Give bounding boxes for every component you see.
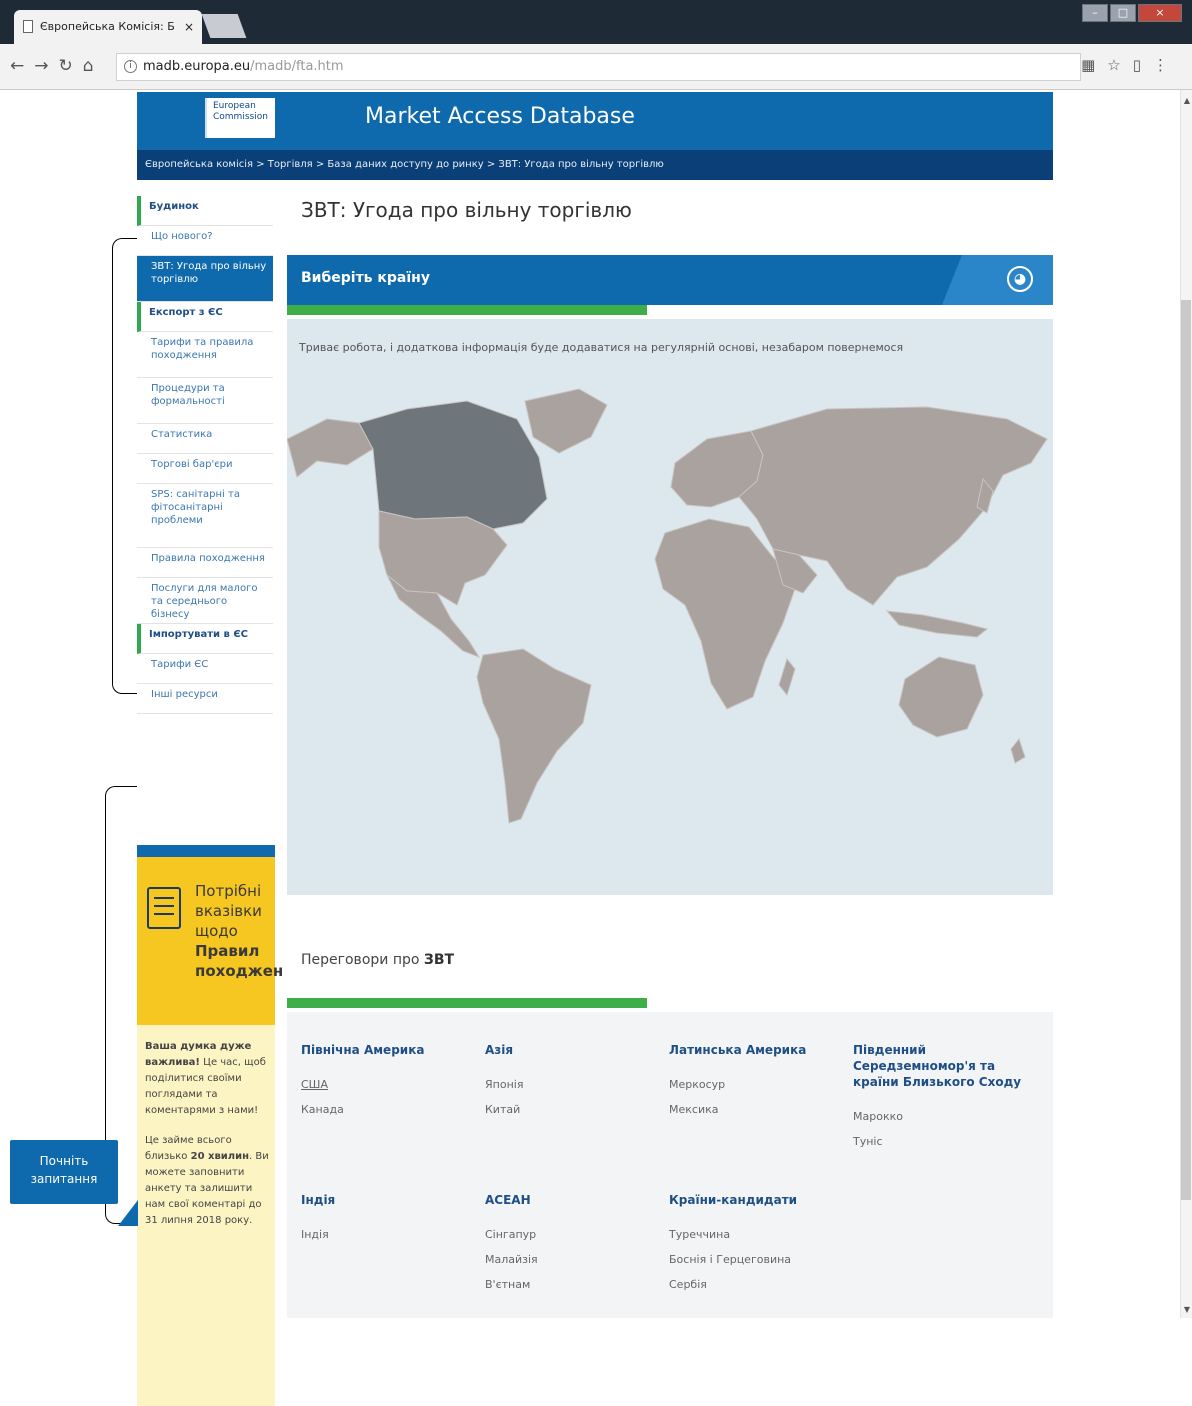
reload-icon[interactable]: ↻ [59, 56, 83, 76]
map-canada [358, 400, 548, 530]
region-column: Латинська Америка Меркосур Мексика [669, 1042, 839, 1122]
negotiations-bold: ЗВТ [423, 952, 455, 968]
home-icon[interactable]: ⌂ [83, 56, 104, 76]
tab-bar: Європейська Комісія: Б × – □ × [0, 0, 1192, 44]
region-country-link[interactable]: Туреччина [669, 1222, 839, 1247]
star-icon[interactable]: ☆ [1107, 56, 1132, 74]
browser-tab[interactable]: Європейська Комісія: Б × [14, 10, 202, 44]
region-column: Азія Японія Китай [485, 1042, 655, 1122]
region-country-link[interactable]: Індія [301, 1222, 471, 1247]
page-icon [23, 20, 33, 33]
window-controls: – □ × [1082, 4, 1182, 22]
region-title: АСЕАН [485, 1193, 531, 1207]
negotiations-prefix: Переговори про [301, 952, 424, 968]
region-title: Північна Америка [301, 1043, 425, 1057]
start-survey-button[interactable]: Почніть запитання [10, 1140, 118, 1204]
page-title: ЗВТ: Угода про вільну торгівлю [301, 198, 632, 222]
map-australia [898, 656, 984, 738]
menu-icon[interactable]: ⋮ [1153, 56, 1180, 74]
region-country-link[interactable]: Марокко [853, 1104, 1033, 1129]
back-icon[interactable]: ← [10, 56, 34, 76]
region-country-link[interactable]: Мексика [669, 1097, 839, 1122]
scroll-down-icon[interactable]: ▼ [1184, 1305, 1190, 1314]
scroll-up-icon[interactable]: ▲ [1184, 96, 1190, 105]
region-country-link[interactable]: В'єтнам [485, 1272, 655, 1297]
extension-icon[interactable]: ▯ [1133, 56, 1153, 74]
tab-close-icon[interactable]: × [184, 10, 194, 44]
negotiations-heading: Переговори про ЗВТ [301, 952, 454, 968]
new-tab-button[interactable] [201, 14, 247, 38]
info-icon[interactable]: i [124, 60, 137, 73]
region-title: Азія [485, 1043, 514, 1057]
region-column: Країни-кандидати Туреччина Боснія і Герцег… [669, 1192, 839, 1297]
region-column: АСЕАН Сінгапур Малайзія В'єтнам [485, 1192, 655, 1297]
maximize-icon[interactable]: □ [1110, 4, 1136, 22]
region-column: Південний Середземномор'я та країни Близ… [853, 1042, 1033, 1154]
region-country-link[interactable]: Японія [485, 1072, 655, 1097]
forward-icon[interactable]: → [34, 56, 58, 76]
world-map[interactable] [287, 379, 1053, 849]
region-country-link[interactable]: Меркосур [669, 1072, 839, 1097]
region-column: Індія Індія [301, 1192, 471, 1247]
select-country-bar: Виберіть країну ◕ [287, 255, 1053, 305]
scroll-thumb[interactable] [1181, 300, 1191, 1200]
address-bar-area: ←→↻⌂ i madb.europa.eu/madb/fta.htm ▦☆▯⋮ [0, 44, 1192, 90]
region-title: Країни-кандидати [669, 1193, 798, 1207]
region-country-link[interactable]: Туніс [853, 1129, 1033, 1154]
region-country-link[interactable]: Сінгапур [485, 1222, 655, 1247]
globe-icon[interactable]: ◕ [1007, 266, 1033, 292]
annotation-brace-nav [112, 238, 138, 694]
region-country-link[interactable]: Китай [485, 1097, 655, 1122]
map-indonesia [885, 610, 989, 638]
close-window-icon[interactable]: × [1138, 4, 1182, 22]
url-input[interactable]: i madb.europa.eu/madb/fta.htm [116, 53, 1081, 81]
url-path: /madb/fta.htm [250, 59, 344, 74]
region-country-link[interactable]: Боснія і Герцеговина [669, 1247, 839, 1272]
region-title: Латинська Америка [669, 1043, 807, 1057]
select-country-label: Виберіть країну [301, 270, 430, 286]
toolbar-icons: ▦☆▯⋮ [1081, 56, 1180, 74]
world-map-panel: Триває робота, і додаткова інформація бу… [287, 319, 1053, 895]
browser-chrome: Європейська Комісія: Б × – □ × ←→↻⌂ i ma… [0, 0, 1192, 90]
translate-icon[interactable]: ▦ [1081, 56, 1107, 74]
page-scrollbar[interactable]: ▲ ▼ [1180, 90, 1192, 1318]
bar-accent [942, 255, 1053, 305]
tab-title: Європейська Комісія: Б [40, 20, 175, 33]
url-host: madb.europa.eu [143, 59, 251, 74]
region-country-link[interactable]: Малайзія [485, 1247, 655, 1272]
main-content: ЗВТ: Угода про вільну торгівлю Виберіть … [137, 92, 1053, 1318]
map-alaska [287, 418, 374, 478]
nav-buttons: ←→↻⌂ [10, 56, 104, 76]
region-title: Індія [301, 1193, 336, 1207]
map-madagascar [778, 657, 796, 697]
region-country-link[interactable]: США [301, 1072, 471, 1097]
map-greenland [524, 388, 608, 454]
green-accent-bar-2 [287, 998, 647, 1008]
map-new-zealand [1010, 737, 1026, 764]
region-column: Північна Америка США Канада [301, 1042, 471, 1122]
region-country-link[interactable]: Сербія [669, 1272, 839, 1297]
regions-panel: Північна Америка США Канада Азія Японія Китай… [287, 1012, 1053, 1318]
corner-decoration [118, 1200, 138, 1226]
region-title: Південний Середземномор'я та країни Близ… [853, 1043, 1022, 1089]
region-country-link[interactable]: Канада [301, 1097, 471, 1122]
work-note: Триває робота, і додаткова інформація бу… [299, 341, 904, 354]
map-south-america [476, 648, 592, 824]
minimize-icon[interactable]: – [1082, 4, 1108, 22]
green-accent-bar [287, 305, 647, 315]
